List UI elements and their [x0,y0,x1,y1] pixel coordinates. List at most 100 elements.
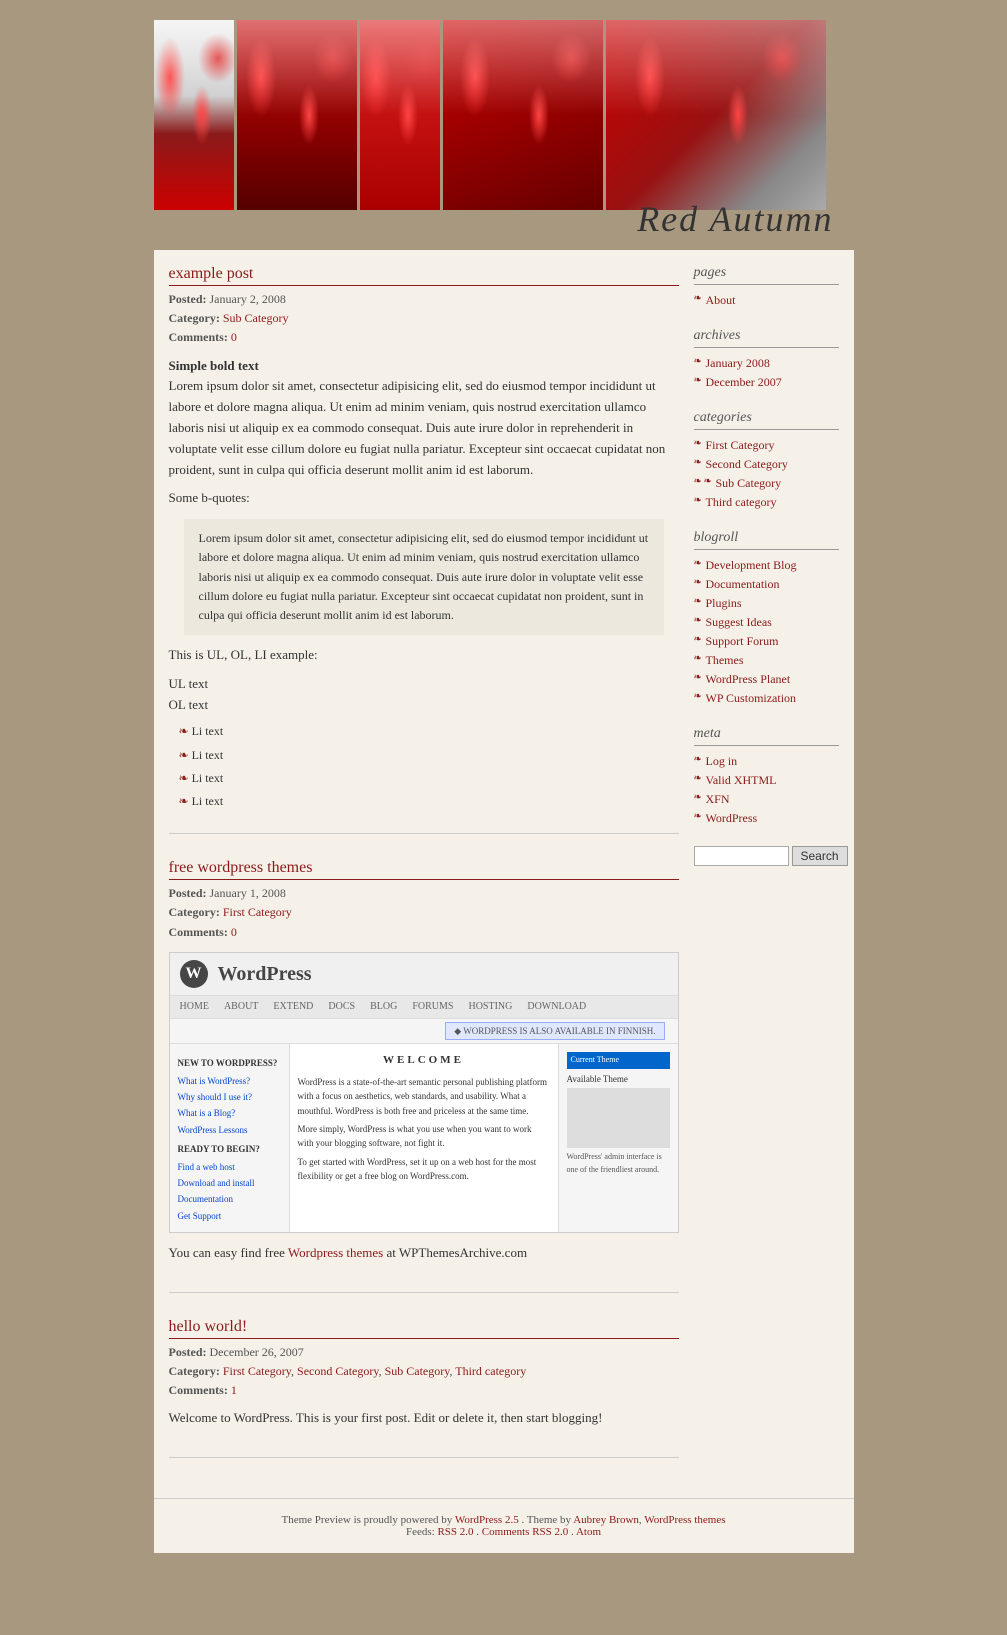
sidebar-link-docs[interactable]: Documentation [706,577,780,591]
categories-heading: categories [694,410,839,430]
wp-admin-note: WordPress' admin interface is one of the… [567,1151,670,1177]
post-title-hello: hello world! [169,1318,679,1336]
footer-atom[interactable]: Atom [576,1526,601,1538]
list-item: Log in [694,752,839,771]
footer-comments-rss[interactable]: Comments RSS 2.0 [482,1526,569,1538]
post-title-divider-2 [169,879,679,880]
sidebar-link-wp-custom[interactable]: WP Customization [706,691,797,705]
archives-heading: archives [694,328,839,348]
sidebar-pages: pages About [694,265,839,310]
post-title-free-wp: free wordpress themes [169,859,679,877]
sidebar-categories: categories First Category Second Categor… [694,410,839,512]
wp-current-theme-label: Current Theme [567,1052,670,1069]
content-area: example post Posted: January 2, 2008 Cat… [169,265,679,1483]
footer-aubrey-link[interactable]: Aubrey Brown [573,1514,639,1526]
sidebar-link-login[interactable]: Log in [706,754,738,768]
blogroll-list: Development Blog Documentation Plugins S… [694,556,839,708]
sidebar-link-jan2008[interactable]: January 2008 [706,356,770,370]
sidebar-link-xhtml[interactable]: Valid XHTML [706,773,777,787]
wp-nav-bar: HOME ABOUT EXTEND DOCS BLOG FORUMS HOSTI… [170,996,678,1019]
wp-brand-name: WordPress [218,958,312,990]
post-body-text: You can easy find free Wordpress themes … [169,1243,679,1264]
wp-sidebar-link: Find a web host [178,1159,281,1175]
wp-sidebar-link: What is a Blog? [178,1105,281,1121]
sidebar-link-xfn[interactable]: XFN [706,792,730,806]
wp-nav-forums: FORUMS [412,999,453,1015]
list-item-sub: ❧ Sub Category [694,474,839,493]
sidebar-link-themes[interactable]: Themes [706,653,744,667]
footer-text: Theme Preview is proudly powered by Word… [169,1514,839,1526]
wp-sidebar-list1: What is WordPress? Why should I use it? … [178,1073,281,1139]
sidebar-link-dev-blog[interactable]: Development Blog [706,558,797,572]
footer-wp-themes-link[interactable]: WordPress themes [644,1514,725,1526]
post-example: example post Posted: January 2, 2008 Cat… [169,265,679,834]
site-title: Red Autumn [637,198,833,240]
list-item: Third category [694,493,839,512]
sidebar-link-suggest[interactable]: Suggest Ideas [706,615,772,629]
wp-sidebar-list2: Find a web host Download and install Doc… [178,1159,281,1225]
wp-sidebar-h1: NEW TO WORDPRESS? [178,1056,281,1070]
wp-nav-docs: DOCS [328,999,355,1015]
post-hello-world: hello world! Posted: December 26, 2007 C… [169,1318,679,1458]
sidebar-link-second-cat[interactable]: Second Category [706,457,788,471]
post-cat-link-4[interactable]: Third category [455,1364,526,1378]
wp-logo-icon: W [180,960,208,988]
list-item: WP Customization [694,689,839,708]
wp-main-content: WELCOME WordPress is a state-of-the-art … [290,1044,558,1232]
search-button[interactable]: Search [792,846,848,866]
post-title-link-free-wp[interactable]: free wordpress themes [169,859,313,876]
wp-sidebar-link: Download and install [178,1175,281,1191]
post-body-example: Simple bold text Lorem ipsum dolor sit a… [169,356,679,814]
post-meta-example: Posted: January 2, 2008 Category: Sub Ca… [169,290,679,348]
list-item: WordPress Planet [694,670,839,689]
post-title-divider-3 [169,1338,679,1339]
post-category-link[interactable]: Sub Category [223,311,289,325]
post-comments-link-2[interactable]: 0 [231,925,237,939]
footer-rss-link[interactable]: RSS 2.0 [437,1526,473,1538]
sidebar-link-plugins[interactable]: Plugins [706,596,742,610]
post-category-link-2[interactable]: First Category [223,905,292,919]
post-cat-link-2[interactable]: Second Category [297,1364,379,1378]
sidebar-link-support[interactable]: Support Forum [706,634,779,648]
list-item: December 2007 [694,373,839,392]
pages-list: About [694,291,839,310]
post-title-link-hello[interactable]: hello world! [169,1318,248,1335]
list-item: WordPress [694,809,839,828]
post-free-wp-themes: free wordpress themes Posted: January 1,… [169,859,679,1293]
wordpress-themes-link[interactable]: Wordpress themes [288,1245,383,1260]
wp-sidebar-left: NEW TO WORDPRESS? What is WordPress? Why… [170,1044,290,1232]
wp-search-bar: ◆ WORDPRESS IS ALSO AVAILABLE IN FINNISH… [170,1019,678,1044]
list-item: Li text [179,767,679,790]
sidebar-link-sub-cat[interactable]: Sub Category [716,476,782,490]
footer-wp-link[interactable]: WordPress 2.5 [455,1514,519,1526]
wp-nav-about: ABOUT [224,999,258,1015]
sidebar-link-about[interactable]: About [706,293,736,307]
wp-sidebar-link: Documentation [178,1191,281,1207]
wp-sidebar-right: Current Theme Available Theme WordPress'… [558,1044,678,1232]
wp-body: NEW TO WORDPRESS? What is WordPress? Why… [170,1044,678,1232]
sidebar-link-dec2007[interactable]: December 2007 [706,375,782,389]
categories-list: First Category Second Category ❧ Sub Cat… [694,436,839,512]
sidebar-link-first-cat[interactable]: First Category [706,438,775,452]
wp-sidebar-link: Get Support [178,1208,281,1224]
post-comments-link[interactable]: 0 [231,330,237,344]
ol-label: OL text [169,695,679,716]
sidebar-link-wp-planet[interactable]: WordPress Planet [706,672,791,686]
post-comments-link-3[interactable]: 1 [231,1383,237,1397]
list-item: Themes [694,651,839,670]
search-input[interactable] [694,846,789,866]
list-item: XFN [694,790,839,809]
sidebar-archives: archives January 2008 December 2007 [694,328,839,392]
sidebar-link-third-cat[interactable]: Third category [706,495,777,509]
post-title-link-example[interactable]: example post [169,265,254,282]
blogroll-heading: blogroll [694,530,839,550]
wp-sidebar-h2: READY TO BEGIN? [178,1142,281,1156]
sidebar-link-wp[interactable]: WordPress [706,811,758,825]
post-cat-link-1[interactable]: First Category [223,1364,291,1378]
search-bar: Search [694,846,839,866]
wp-avail-notice: ◆ WORDPRESS IS ALSO AVAILABLE IN FINNISH… [445,1022,664,1040]
header-img-1 [154,20,234,210]
wp-nav-home: HOME [180,999,209,1015]
list-item: Support Forum [694,632,839,651]
post-cat-link-3[interactable]: Sub Category [385,1364,450,1378]
